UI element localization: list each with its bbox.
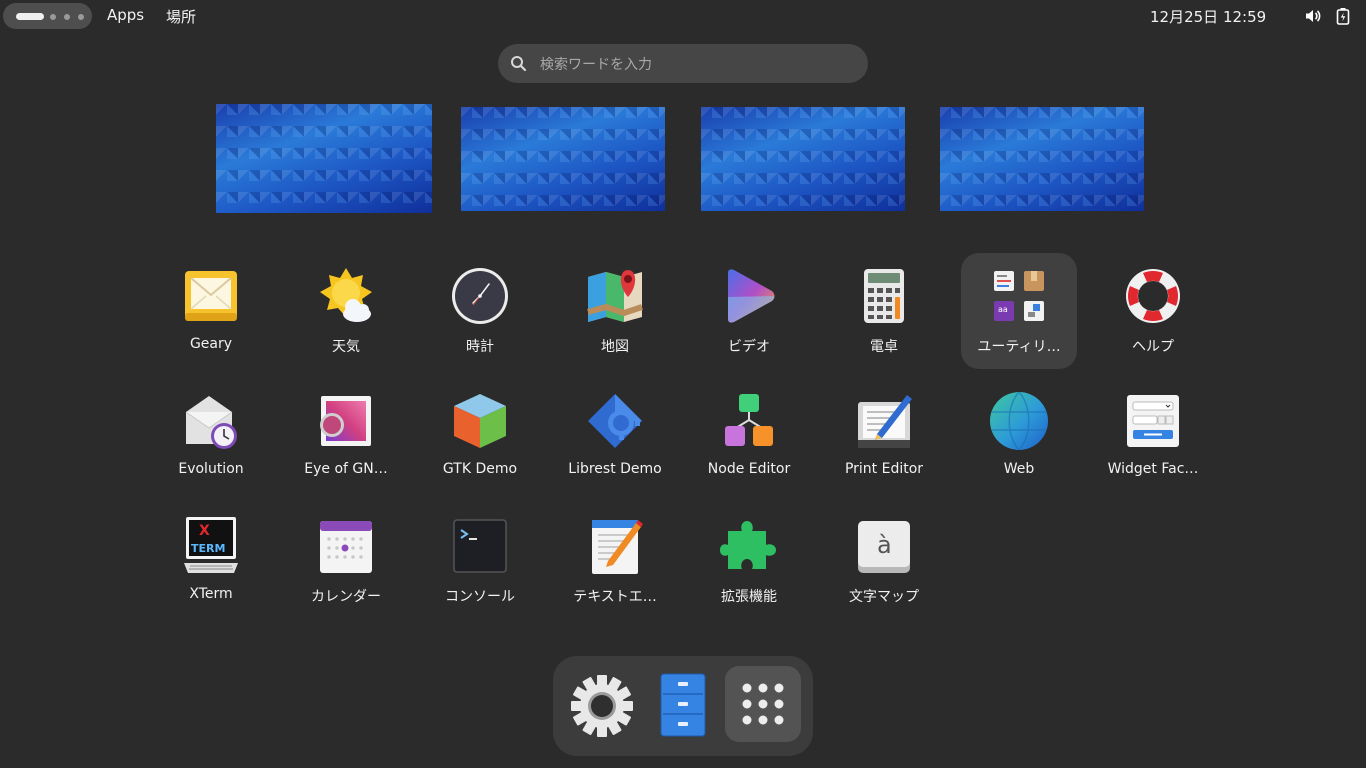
app-label: カレンダー (311, 589, 381, 605)
console-icon (453, 519, 507, 573)
app-folder-utilities[interactable]: aa ユーティリ… (961, 253, 1077, 369)
app-maps[interactable]: 地図 (557, 253, 673, 369)
app-console[interactable]: コンソール (422, 503, 538, 619)
app-label: 天気 (332, 339, 360, 355)
calculator-icon (864, 269, 904, 323)
app-grid-icon (742, 683, 784, 725)
help-icon (1126, 269, 1180, 323)
app-print-editor[interactable]: Print Editor (826, 378, 942, 494)
librest-demo-icon (588, 394, 642, 448)
app-text-editor[interactable]: テキストエ… (557, 503, 673, 619)
calendar-icon (320, 521, 372, 573)
app-node-editor[interactable]: Node Editor (691, 378, 807, 494)
character-map-icon: à (858, 521, 910, 573)
app-librest-demo[interactable]: Librest Demo (557, 378, 673, 494)
places-menu[interactable]: 場所 (166, 6, 196, 27)
image-viewer-icon (320, 396, 371, 446)
workspace-thumbnail-3[interactable] (701, 107, 905, 211)
app-xterm[interactable]: X TERM XTerm (153, 503, 269, 619)
svg-text:X: X (199, 523, 210, 539)
app-label: Node Editor (707, 461, 791, 477)
app-label: Evolution (178, 461, 244, 477)
svg-text:TERM: TERM (191, 542, 225, 555)
node-editor-icon (725, 394, 773, 446)
weather-icon (320, 268, 372, 322)
dock-files[interactable] (645, 666, 721, 742)
workspace-indicator-active (16, 13, 44, 20)
text-editor-icon (592, 520, 643, 574)
video-icon (728, 269, 775, 323)
clock-icon (452, 268, 508, 324)
app-label: Geary (189, 336, 233, 352)
dash-dock (553, 656, 813, 756)
search-input[interactable] (538, 44, 852, 85)
app-help[interactable]: ヘルプ (1095, 253, 1211, 369)
app-gtk-demo[interactable]: GTK Demo (422, 378, 538, 494)
dock-settings[interactable] (564, 666, 640, 742)
volume-icon[interactable] (1304, 7, 1322, 25)
app-evolution[interactable]: Evolution (153, 378, 269, 494)
app-geary[interactable]: Geary (153, 253, 269, 369)
workspace-indicator (78, 14, 84, 20)
app-video[interactable]: ビデオ (691, 253, 807, 369)
geary-icon (185, 271, 237, 321)
workspace-thumbnail-4[interactable] (940, 107, 1144, 211)
search-box[interactable] (498, 44, 868, 85)
app-label: 文字マップ (849, 589, 919, 605)
app-label: 電卓 (870, 339, 898, 355)
app-label: ユーティリ… (977, 339, 1061, 355)
workspace-thumbnail-2[interactable] (461, 107, 665, 211)
xterm-icon: X TERM (184, 517, 238, 573)
activities-button[interactable] (3, 3, 92, 29)
apps-menu[interactable]: Apps (107, 6, 144, 24)
clock[interactable]: 12月25日 12:59 (1150, 6, 1266, 27)
battery-icon[interactable] (1334, 7, 1352, 25)
workspace-indicator (64, 14, 70, 20)
extensions-icon (720, 521, 776, 569)
app-label: GTK Demo (442, 461, 518, 477)
app-character-map[interactable]: à 文字マップ (826, 503, 942, 619)
web-icon (990, 392, 1048, 450)
file-cabinet-icon (660, 673, 706, 737)
app-label: Widget Fac… (1107, 461, 1199, 477)
app-extensions[interactable]: 拡張機能 (691, 503, 807, 619)
workspace-thumbnail-1[interactable] (216, 104, 432, 213)
utilities-folder-icon: aa (994, 271, 1044, 321)
app-weather[interactable]: 天気 (288, 253, 404, 369)
app-label: ビデオ (728, 339, 770, 355)
svg-text:aa: aa (998, 305, 1008, 314)
dock-show-apps[interactable] (725, 666, 801, 742)
app-calculator[interactable]: 電卓 (826, 253, 942, 369)
evolution-icon (185, 396, 237, 449)
top-bar: Apps 場所 12月25日 12:59 (0, 0, 1366, 32)
app-label: Print Editor (844, 461, 924, 477)
svg-text:à: à (877, 531, 892, 559)
app-widget-factory[interactable]: Widget Fac… (1095, 378, 1211, 494)
app-eye-of-gnome[interactable]: Eye of GN… (288, 378, 404, 494)
app-label: 時計 (466, 339, 494, 355)
app-label: Librest Demo (568, 461, 662, 477)
app-label: 拡張機能 (721, 589, 777, 605)
gtk-demo-icon (454, 394, 506, 448)
gear-icon (571, 675, 633, 737)
app-label: Eye of GN… (304, 461, 388, 477)
app-clock[interactable]: 時計 (422, 253, 538, 369)
app-label: XTerm (189, 586, 233, 602)
app-label: 地図 (601, 339, 629, 355)
app-web[interactable]: Web (961, 378, 1077, 494)
app-label: コンソール (445, 589, 515, 605)
workspace-indicator (50, 14, 56, 20)
app-label: テキストエ… (573, 589, 657, 605)
search-icon (511, 56, 527, 72)
widget-factory-icon (1127, 395, 1179, 447)
app-label: Web (1003, 461, 1035, 477)
app-label: ヘルプ (1132, 339, 1174, 355)
print-editor-icon (858, 395, 912, 448)
maps-icon (587, 270, 643, 322)
app-calendar[interactable]: カレンダー (288, 503, 404, 619)
